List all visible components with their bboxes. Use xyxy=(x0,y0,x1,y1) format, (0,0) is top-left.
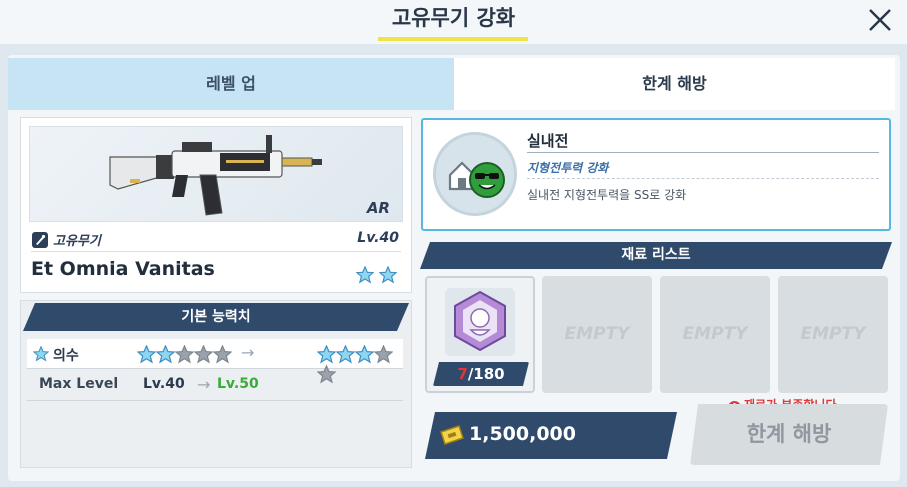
skill-icon xyxy=(433,132,517,216)
star-icon xyxy=(336,345,355,364)
star-icon xyxy=(213,345,232,364)
star-icon xyxy=(175,345,194,364)
weapon-stars xyxy=(355,264,397,284)
material-need: /180 xyxy=(467,365,505,383)
divider xyxy=(527,152,879,153)
star-icon xyxy=(355,345,374,364)
stats-header: 기본 능력치 xyxy=(23,303,409,331)
star-icon xyxy=(379,265,397,283)
tab-limit-break[interactable]: 한계 해방 xyxy=(454,58,895,110)
tab-bar: 레벨 업 한계 해방 xyxy=(8,58,895,110)
page-title: 고유무기 강화 xyxy=(391,6,516,30)
material-count: 7/180 xyxy=(433,362,529,386)
unique-weapon-icon xyxy=(32,232,48,248)
star-icon xyxy=(355,265,374,283)
material-slot-empty[interactable]: EMPTY xyxy=(542,276,652,393)
weapon-name: Et Omnia Vanitas xyxy=(31,258,215,280)
star-icon xyxy=(137,345,156,364)
weapon-level: Lv.40 xyxy=(357,230,399,246)
star-icon xyxy=(33,346,49,362)
material-slot[interactable]: 7/180 xyxy=(425,276,535,393)
material-slot-empty[interactable]: EMPTY xyxy=(778,276,888,393)
indoor-terrain-icon xyxy=(448,161,505,198)
material-crystal-icon xyxy=(445,288,515,356)
arrow-icon: → xyxy=(197,375,211,394)
stars-before xyxy=(137,344,232,364)
stat-row-max-level: Max Level Lv.40 → Lv.50 xyxy=(27,371,403,401)
base-stats: 기본 능력치 의수 → Max Level Lv.40 → Lv.50 xyxy=(20,300,412,468)
cost-bar: 1,500,000 xyxy=(425,412,677,459)
rifle-icon xyxy=(109,135,322,216)
empty-label: EMPTY xyxy=(564,324,630,344)
stat-row-hand: 의수 → xyxy=(27,339,403,384)
max-level-before: Lv.40 xyxy=(143,376,185,392)
max-level-after: Lv.50 xyxy=(217,376,259,392)
stat-label: 의수 xyxy=(53,348,79,364)
empty-label: EMPTY xyxy=(682,324,748,344)
arrow-icon: → xyxy=(241,343,255,362)
weapon-card: AR 고유무기 Lv.40 Et Omnia Vanitas xyxy=(20,117,412,293)
material-slot-empty[interactable]: EMPTY xyxy=(660,276,770,393)
weapon-meta: 고유무기 Lv.40 xyxy=(31,230,401,252)
skill-name: 실내전 xyxy=(527,132,569,150)
weapon-image: AR xyxy=(29,126,403,222)
divider xyxy=(527,178,879,179)
star-icon xyxy=(374,345,393,364)
skill-description: 실내전 지형전투력을 SS로 강화 xyxy=(527,188,687,202)
tab-level-up[interactable]: 레벨 업 xyxy=(8,58,454,110)
credit-icon xyxy=(439,424,465,446)
skill-card: 실내전 지형전투력 강화 실내전 지형전투력을 SS로 강화 xyxy=(421,118,891,231)
max-level-label: Max Level xyxy=(39,376,119,392)
title-underline xyxy=(378,37,528,41)
cost-value: 1,500,000 xyxy=(469,423,576,445)
material-list-header: 재료 리스트 xyxy=(420,242,892,269)
star-icon xyxy=(156,345,175,364)
limit-break-button[interactable]: 한계 해방 xyxy=(690,404,888,465)
title-bar: 고유무기 강화 xyxy=(0,0,907,44)
skill-subtitle: 지형전투력 강화 xyxy=(527,161,609,175)
empty-label: EMPTY xyxy=(800,324,866,344)
weapon-type: AR xyxy=(366,199,390,217)
star-icon xyxy=(317,345,336,364)
weapon-category: 고유무기 xyxy=(53,234,101,249)
close-icon[interactable] xyxy=(865,5,895,35)
star-icon xyxy=(194,345,213,364)
material-have: 7 xyxy=(457,365,468,383)
